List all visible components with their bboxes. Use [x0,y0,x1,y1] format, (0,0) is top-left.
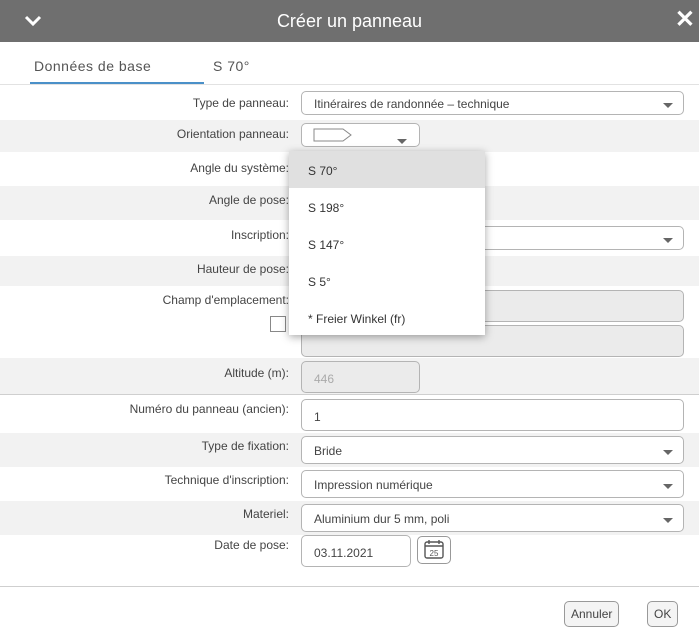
row-orientation: Orientation panneau: [0,120,699,152]
chevron-down-icon [663,518,673,523]
technique-inscription-label: Technique d'inscription: [164,473,289,487]
tab-s-70[interactable]: S 70° [213,58,250,74]
dropdown-option[interactable]: S 147° [289,225,485,262]
dropdown-option[interactable]: * Freier Winkel (fr) [289,299,485,336]
date-pose-input[interactable]: 03.11.2021 [301,535,411,567]
row-type-fixation: Type de fixation: Bride [0,433,699,467]
chevron-down-icon [663,450,673,455]
row-date-pose: Date de pose: 03.11.2021 [0,535,699,569]
tabs-divider [0,84,699,85]
champ-emplacement-checkbox[interactable] [270,316,286,332]
dropdown-option[interactable]: S 70° [289,151,485,188]
row-materiel: Materiel: Aluminium dur 5 mm, poli [0,501,699,535]
angle-dropdown-menu: S 70° S 198° S 147° S 5° * Freier Winkel… [289,151,485,335]
numero-panneau-label: Numéro du panneau (ancien): [129,402,289,416]
footer-divider [0,586,699,587]
angle-systeme-label: Angle du système: [190,161,289,175]
angle-pose-label: Angle de pose: [208,193,289,207]
orientation-label: Orientation panneau: [176,127,289,141]
type-fixation-select[interactable]: Bride [301,436,684,464]
materiel-label: Materiel: [242,507,289,521]
row-altitude: Altitude (m): 446 [0,358,699,394]
close-icon[interactable]: ✕ [675,8,695,32]
chevron-down-icon [663,103,673,108]
type-fixation-value: Bride [314,444,343,458]
materiel-value: Aluminium dur 5 mm, poli [314,512,450,526]
ok-button[interactable]: OK [647,601,679,627]
hauteur-pose-label: Hauteur de pose: [196,262,289,276]
row-type-panneau: Type de panneau: Itinéraires de randonné… [0,88,699,120]
technique-inscription-value: Impression numérique [314,478,433,492]
inscription-label: Inscription: [230,228,289,242]
dropdown-option[interactable]: S 198° [289,188,485,225]
chevron-down-icon [663,484,673,489]
technique-inscription-select[interactable]: Impression numérique [301,470,684,498]
altitude-field: 446 [301,361,420,393]
type-fixation-label: Type de fixation: [201,439,289,453]
dropdown-option[interactable]: S 5° [289,262,485,299]
dialog-titlebar: Créer un panneau ✕ [0,0,699,42]
chevron-down-icon [663,238,673,243]
arrow-sign-icon [313,128,352,142]
type-panneau-value: Itinéraires de randonnée – technique [314,97,510,111]
calendar-day: 25 [430,549,439,558]
row-numero-panneau: Numéro du panneau (ancien): 1 [0,395,699,433]
chevron-down-icon [397,139,407,144]
orientation-select[interactable] [301,123,420,147]
dialog-title: Créer un panneau [276,11,423,31]
type-panneau-label: Type de panneau: [192,96,289,110]
calendar-icon[interactable]: 25 [417,536,451,564]
numero-panneau-input[interactable]: 1 [301,399,684,431]
row-technique-inscription: Technique d'inscription: Impression numé… [0,467,699,501]
cancel-button[interactable]: Annuler [564,601,620,627]
altitude-label: Altitude (m): [224,366,289,380]
date-pose-label: Date de pose: [214,538,289,552]
materiel-select[interactable]: Aluminium dur 5 mm, poli [301,504,684,532]
champ-emplacement-label: Champ d'emplacement: [162,293,289,307]
type-panneau-select[interactable]: Itinéraires de randonnée – technique [301,91,684,115]
tab-donnees-de-base[interactable]: Données de base [34,58,151,74]
